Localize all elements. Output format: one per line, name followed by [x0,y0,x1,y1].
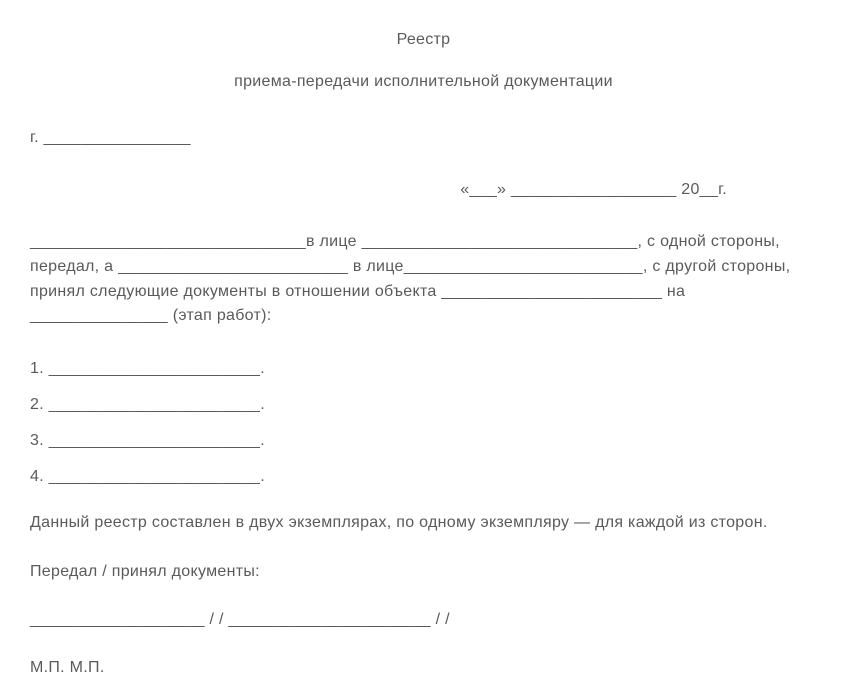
title-line-1: Реестр [30,28,817,52]
list-item-4: 4. _______________________. [30,465,817,489]
copies-text: Данный реестр составлен в двух экземпляр… [30,511,817,536]
title-line-2: приема-передачи исполнительной документа… [30,70,817,94]
city-line: г. ________________ [30,126,817,150]
list-item-1: 1. _______________________. [30,357,817,381]
document-list: 1. _______________________. 2. _________… [30,357,817,489]
date-line: «___» __________________ 20__г. [30,178,817,202]
stamp-line: М.П. М.П. [30,656,817,680]
signed-label: Передал / принял документы: [30,560,817,584]
body-text: ______________________________в лице ___… [30,230,817,329]
signature-line: ___________________ / / ________________… [30,608,817,632]
list-item-2: 2. _______________________. [30,393,817,417]
list-item-3: 3. _______________________. [30,429,817,453]
